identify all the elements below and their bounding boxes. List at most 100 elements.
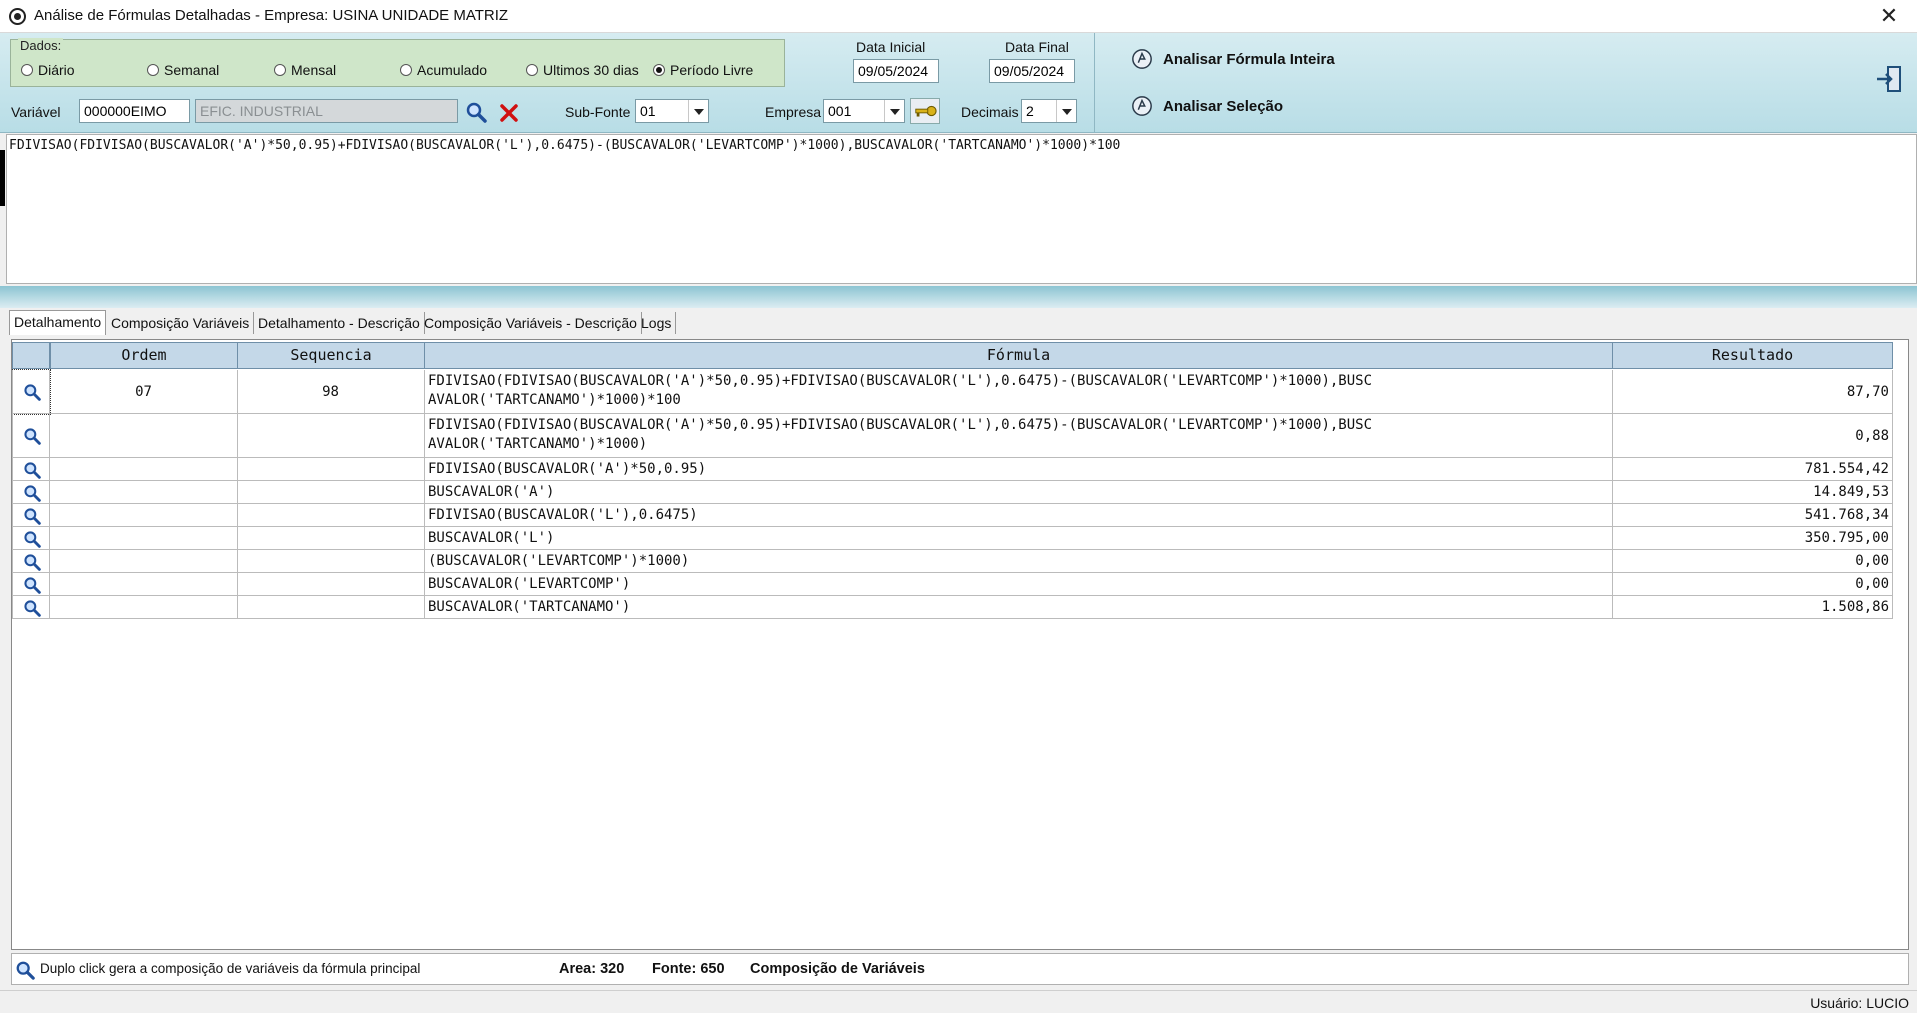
decimais-select[interactable]: 2 — [1021, 99, 1077, 123]
cell-ordem — [50, 573, 238, 596]
tab-detalhamento[interactable]: Detalhamento — [9, 310, 107, 335]
data-final-field[interactable]: 09/05/2024 — [989, 59, 1075, 83]
search-icon[interactable] — [465, 101, 487, 123]
cell-resultado: 1.508,86 — [1612, 596, 1893, 619]
cell-ordem — [50, 414, 238, 458]
status-fonte: Fonte: 650 — [652, 961, 725, 977]
radio-semanal[interactable]: Semanal — [147, 62, 219, 78]
cell-resultado: 541.768,34 — [1612, 504, 1893, 527]
cell-resultado: 0,00 — [1612, 550, 1893, 573]
formula-line-1: BUSCAVALOR('L') — [428, 530, 555, 546]
decimais-value: 2 — [1026, 103, 1034, 119]
magnifier-icon — [23, 553, 41, 571]
formula-line-1: FDIVISAO(BUSCAVALOR('A')*50,0.95) — [428, 461, 707, 477]
subfonte-label: Sub-Fonte — [565, 104, 631, 120]
cell-sequencia — [237, 527, 425, 550]
formula-line-2: AVALOR('TARTCANAMO')*1000)*100 — [428, 392, 681, 408]
chevron-down-icon — [688, 100, 708, 122]
cell-formula: BUSCAVALOR('TARTCANAMO') — [424, 596, 1613, 619]
cell-formula: FDIVISAO(BUSCAVALOR('A')*50,0.95) — [424, 458, 1613, 481]
key-icon[interactable] — [910, 98, 940, 124]
cell-sequencia — [237, 596, 425, 619]
row-detail-button[interactable] — [12, 596, 50, 619]
chevron-down-icon — [884, 100, 904, 122]
row-detail-button[interactable] — [12, 458, 50, 481]
cell-sequencia — [237, 573, 425, 596]
radio-acumulado[interactable]: Acumulado — [400, 62, 487, 78]
cell-ordem — [50, 481, 238, 504]
status-bar: Duplo click gera a composição de variáve… — [11, 953, 1909, 985]
chevron-down-icon — [1056, 100, 1076, 122]
magnifier-icon — [23, 530, 41, 548]
row-detail-button[interactable] — [12, 481, 50, 504]
grid-header-formula[interactable]: Fórmula — [424, 342, 1613, 369]
cell-resultado: 350.795,00 — [1612, 527, 1893, 550]
radio-label: Mensal — [291, 62, 337, 78]
cell-formula: FDIVISAO(FDIVISAO(BUSCAVALOR('A')*50,0.9… — [424, 370, 1613, 414]
cell-sequencia — [237, 458, 425, 481]
clear-x-icon[interactable] — [499, 103, 519, 123]
empresa-select[interactable]: 001 — [823, 99, 905, 123]
cell-ordem — [50, 504, 238, 527]
exit-icon[interactable] — [1875, 65, 1903, 93]
variavel-code-field[interactable]: 000000EIMO — [79, 99, 190, 123]
row-detail-button[interactable] — [12, 573, 50, 596]
formula-textarea[interactable]: FDIVISAO(FDIVISAO(BUSCAVALOR('A')*50,0.9… — [6, 134, 1917, 284]
tab-logs[interactable]: Logs — [637, 312, 677, 334]
grid-header-ordem[interactable]: Ordem — [50, 342, 238, 369]
toolbar: Dados: Diário Semanal Mensal Acumulado U… — [0, 33, 1917, 133]
grid-header-resultado[interactable]: Resultado — [1612, 342, 1893, 369]
variavel-label: Variável — [11, 104, 61, 120]
formula-line-2: AVALOR('TARTCANAMO')*1000) — [428, 436, 648, 452]
decimais-label: Decimais — [961, 104, 1019, 120]
formula-line-1: BUSCAVALOR('A') — [428, 484, 555, 500]
cell-resultado: 0,88 — [1612, 414, 1893, 458]
cell-ordem — [50, 550, 238, 573]
row-detail-button[interactable] — [12, 550, 50, 573]
radio-dot — [526, 64, 538, 76]
cell-ordem — [50, 527, 238, 550]
analyze-icon[interactable] — [1131, 95, 1153, 117]
tab-detalhamento-descricao[interactable]: Detalhamento - Descrição — [254, 312, 425, 334]
radio-periodo-livre[interactable]: Período Livre — [653, 62, 753, 78]
row-detail-button[interactable] — [12, 527, 50, 550]
dados-group: Dados: Diário Semanal Mensal Acumulado U… — [10, 38, 785, 87]
row-detail-button[interactable] — [12, 414, 50, 458]
magnifier-icon — [23, 461, 41, 479]
analyze-icon[interactable] — [1131, 48, 1153, 70]
cell-resultado: 0,00 — [1612, 573, 1893, 596]
tab-composicao-variaveis-descricao[interactable]: Composição Variáveis - Descrição — [420, 312, 642, 334]
app-icon — [9, 8, 26, 25]
cell-sequencia — [237, 481, 425, 504]
radio-diario[interactable]: Diário — [21, 62, 75, 78]
cell-sequencia: 98 — [237, 370, 425, 414]
tab-composicao-variaveis[interactable]: Composição Variáveis — [107, 312, 255, 334]
formula-line-1: FDIVISAO(FDIVISAO(BUSCAVALOR('A')*50,0.9… — [428, 417, 1373, 433]
analisar-formula-inteira-button[interactable]: Analisar Fórmula Inteira — [1163, 51, 1335, 68]
formula-line-1: BUSCAVALOR('LEVARTCOMP') — [428, 576, 631, 592]
row-detail-button[interactable] — [12, 369, 51, 415]
cell-formula: (BUSCAVALOR('LEVARTCOMP')*1000) — [424, 550, 1613, 573]
cell-resultado: 14.849,53 — [1612, 481, 1893, 504]
splitter[interactable] — [0, 286, 1917, 308]
radio-dot — [147, 64, 159, 76]
empresa-value: 001 — [828, 103, 852, 119]
radio-label: Período Livre — [670, 62, 754, 78]
cell-formula: BUSCAVALOR('L') — [424, 527, 1613, 550]
row-detail-button[interactable] — [12, 504, 50, 527]
window-title: Análise de Fórmulas Detalhadas - Empresa… — [34, 7, 509, 24]
usuario-label: Usuário: LUCIO — [1810, 995, 1909, 1011]
radio-mensal[interactable]: Mensal — [274, 62, 336, 78]
radio-ultimos-30[interactable]: Ultimos 30 dias — [526, 62, 639, 78]
analisar-selecao-button[interactable]: Analisar Seleção — [1163, 98, 1283, 115]
close-button[interactable]: ✕ — [1871, 2, 1907, 30]
magnifier-icon — [23, 484, 41, 502]
magnifier-icon — [23, 599, 41, 617]
data-final-label: Data Final — [1005, 39, 1069, 55]
formula-line-1: BUSCAVALOR('TARTCANAMO') — [428, 599, 631, 615]
footer-bar: Usuário: LUCIO — [0, 990, 1917, 1013]
radio-label: Ultimos 30 dias — [543, 62, 639, 78]
data-inicial-field[interactable]: 09/05/2024 — [853, 59, 939, 83]
subfonte-select[interactable]: 01 — [635, 99, 709, 123]
grid-header-sequencia[interactable]: Sequencia — [237, 342, 425, 369]
